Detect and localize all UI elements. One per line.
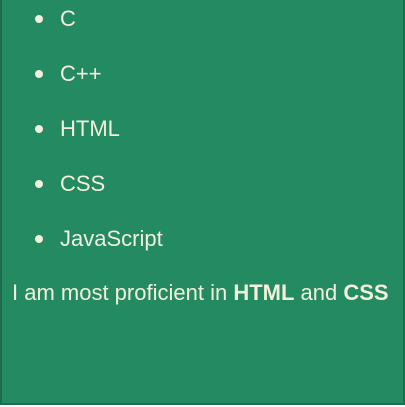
bullet-icon (35, 70, 43, 78)
bullet-icon (35, 15, 43, 23)
summary-text-middle: and (300, 280, 338, 305)
bullet-icon (35, 235, 43, 243)
skill-label: JavaScript (60, 226, 163, 251)
content-panel: C C++ HTML CSS JavaScript I am most prof… (0, 0, 405, 405)
skill-label: C (60, 6, 76, 31)
proficiency-summary: I am most proficient in HTML and CSS (12, 279, 397, 307)
skill-label: HTML (60, 116, 120, 141)
bullet-icon (35, 125, 43, 133)
summary-text-before: I am most proficient in (12, 280, 228, 305)
skill-label: C++ (60, 61, 102, 86)
bullet-icon (35, 180, 43, 188)
summary-highlight-html: HTML (233, 280, 295, 305)
skill-label: CSS (60, 171, 106, 196)
summary-highlight-css: CSS (343, 280, 389, 305)
